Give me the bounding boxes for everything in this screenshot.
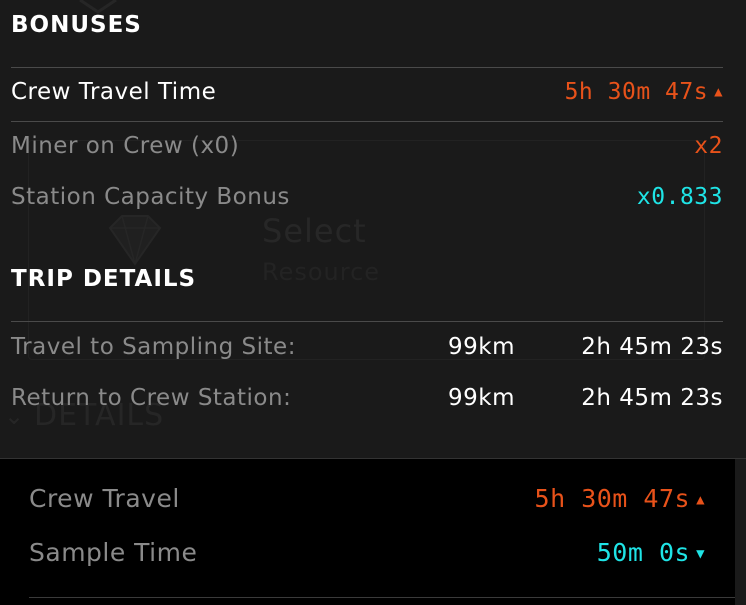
trip-row-distance: 99km	[448, 385, 515, 411]
crew-travel-summary-text: 5h 30m 47s	[534, 484, 691, 513]
sample-time-summary-row: Sample Time 50m 0s ▼	[29, 538, 705, 570]
crew-travel-time-label: Crew Travel Time	[11, 79, 217, 105]
station-capacity-bonus-row: Station Capacity Bonus x0.833	[11, 184, 723, 216]
trend-down-icon: ▼	[696, 546, 705, 562]
miner-on-crew-value: x2	[694, 133, 723, 159]
trip-row: Return to Crew Station: 99km 2h 45m 23s	[11, 385, 723, 417]
crew-travel-summary-value: 5h 30m 47s ▲	[535, 484, 705, 513]
bonuses-heading: BONUSES	[11, 12, 142, 38]
trip-row-duration: 2h 45m 23s	[581, 385, 723, 411]
bonuses-divider	[11, 67, 723, 68]
sample-time-summary-label: Sample Time	[29, 538, 198, 567]
travel-tooltip-panel: BONUSES Crew Travel Time 5h 30m 47s ▲ Min…	[0, 0, 746, 458]
trip-row: Travel to Sampling Site: 99km 2h 45m 23s	[11, 334, 723, 366]
station-capacity-bonus-label: Station Capacity Bonus	[11, 184, 290, 210]
trip-details-heading: TRIP DETAILS	[11, 266, 197, 292]
trip-row-label: Travel to Sampling Site:	[11, 334, 296, 360]
station-capacity-bonus-value: x0.833	[636, 184, 723, 210]
trip-row-duration: 2h 45m 23s	[581, 334, 723, 360]
miner-on-crew-row: Miner on Crew (x0) x2	[11, 133, 723, 165]
miner-on-crew-label: Miner on Crew (x0)	[11, 133, 240, 159]
crew-travel-summary-row: Crew Travel 5h 30m 47s ▲	[29, 484, 705, 516]
crew-travel-time-text: 5h 30m 47s	[564, 79, 709, 105]
footer-edge	[735, 459, 746, 605]
crew-travel-summary-label: Crew Travel	[29, 484, 180, 513]
trip-row-distance: 99km	[448, 334, 515, 360]
summary-footer: Crew Travel 5h 30m 47s ▲ Sample Time 50m …	[0, 458, 746, 605]
trend-up-icon: ▲	[696, 492, 705, 508]
crew-travel-time-value: 5h 30m 47s ▲	[565, 79, 723, 105]
footer-divider	[29, 597, 735, 598]
crew-travel-divider	[11, 121, 723, 122]
sample-time-summary-text: 50m 0s	[596, 538, 691, 567]
trend-up-icon: ▲	[714, 84, 723, 100]
trip-row-label: Return to Crew Station:	[11, 385, 292, 411]
trip-details-divider	[11, 321, 723, 322]
sample-time-summary-value: 50m 0s ▼	[597, 538, 705, 567]
crew-travel-time-row: Crew Travel Time 5h 30m 47s ▲	[11, 79, 723, 111]
